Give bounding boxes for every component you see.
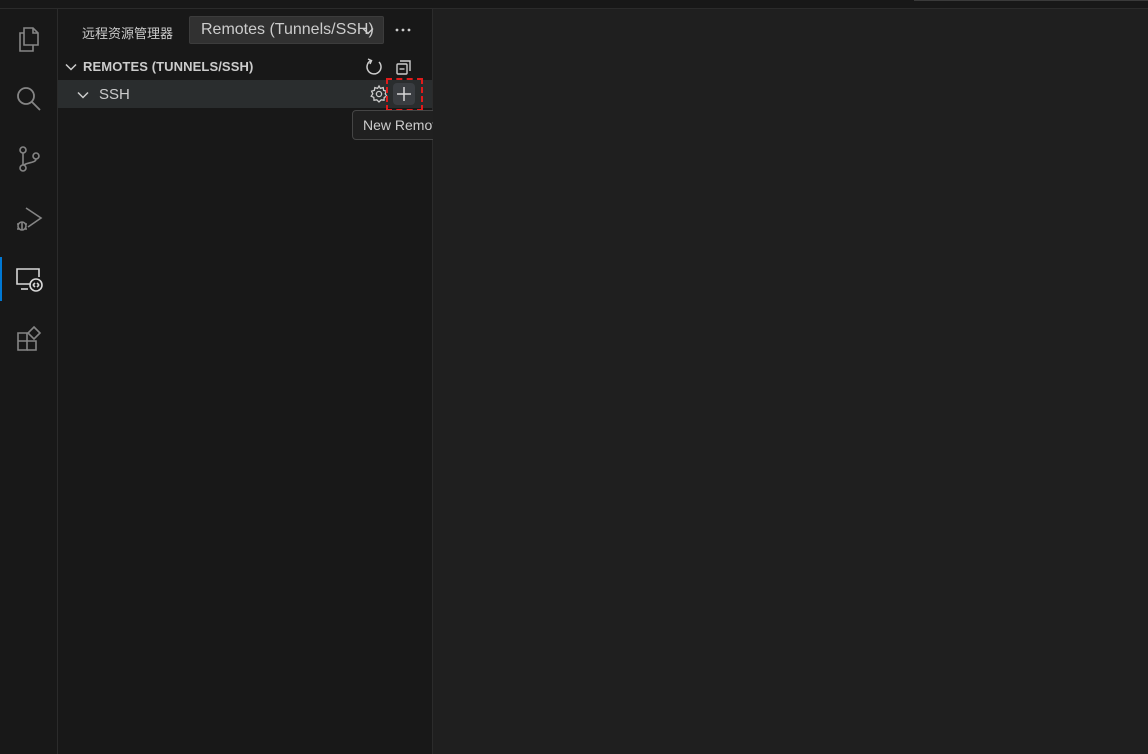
search-icon [16, 87, 41, 111]
chevron-down-icon [77, 91, 89, 99]
more-actions-button[interactable] [392, 19, 414, 41]
section-remotes-header[interactable]: REMOTES (TUNNELS/SSH) [58, 55, 432, 79]
title-bar-strip [0, 0, 1148, 9]
tree-item-ssh[interactable]: SSH [58, 80, 432, 108]
section-remotes-title: REMOTES (TUNNELS/SSH) [83, 59, 254, 74]
sidebar-header: 远程资源管理器 Remotes (Tunnels/SSH) [58, 14, 432, 48]
editor-area [433, 9, 1148, 754]
remote-explorer-icon [15, 268, 43, 292]
source-control-icon [18, 146, 40, 172]
activity-source-control[interactable] [0, 129, 57, 189]
chevron-down-icon [65, 63, 77, 71]
run-debug-icon [16, 207, 42, 231]
refresh-icon [366, 58, 382, 75]
plus-icon [397, 87, 411, 101]
activity-extensions[interactable] [0, 309, 57, 369]
chevron-down-icon [362, 28, 374, 35]
remote-type-select[interactable]: Remotes (Tunnels/SSH) [189, 16, 384, 44]
files-icon [18, 27, 39, 52]
sidebar-title: 远程资源管理器 [82, 27, 174, 42]
activity-bar [0, 9, 58, 754]
new-remote-button[interactable] [393, 83, 415, 105]
ellipsis-icon [395, 28, 411, 32]
activity-run-debug[interactable] [0, 189, 57, 249]
activity-search[interactable] [0, 69, 57, 129]
refresh-button[interactable] [363, 56, 385, 78]
extensions-icon [16, 325, 41, 351]
activity-explorer[interactable] [0, 9, 57, 69]
gear-icon [370, 84, 388, 103]
collapse-all-button[interactable] [393, 56, 415, 78]
activity-remote-explorer[interactable] [0, 249, 57, 309]
tab-strip-edge [914, 0, 1148, 1]
collapse-all-icon [396, 60, 411, 75]
configure-ssh-button[interactable] [368, 83, 390, 105]
remote-type-select-value: Remotes (Tunnels/SSH) [201, 21, 374, 38]
tree-item-label: SSH [99, 86, 130, 103]
